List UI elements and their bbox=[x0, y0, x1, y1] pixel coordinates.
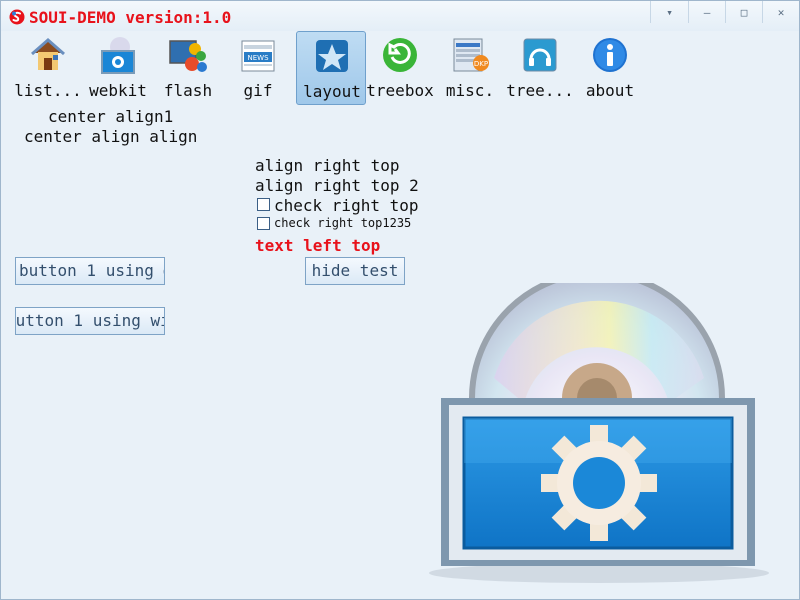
check-right-top1235-box[interactable] bbox=[257, 217, 270, 230]
center-align-text-1: center align1 bbox=[48, 107, 174, 126]
text-left-top: text left top bbox=[255, 236, 381, 255]
check-right-top1235-label: check right top1235 bbox=[274, 216, 412, 230]
title-bar[interactable]: SOUI-DEMO version:1.0 ▾ — □ ✕ bbox=[1, 1, 799, 31]
button-1-using-at[interactable]: button 1 using @ bbox=[15, 257, 165, 285]
toolbar-item-webkit[interactable]: webkit bbox=[83, 31, 153, 105]
menu-button[interactable]: ▾ bbox=[650, 1, 688, 23]
align-right-top-2-text: align right top 2 bbox=[255, 176, 419, 195]
webkit-gear-icon bbox=[429, 283, 769, 583]
center-align-text-2: center align align bbox=[24, 127, 198, 146]
check-right-top-box[interactable] bbox=[257, 198, 270, 211]
close-button[interactable]: ✕ bbox=[762, 1, 799, 23]
house-icon bbox=[31, 38, 65, 70]
app-window: SOUI-DEMO version:1.0 ▾ — □ ✕ list... we… bbox=[0, 0, 800, 600]
toolbar-item-list[interactable]: list... bbox=[13, 31, 83, 105]
toolbar-label-gif: gif bbox=[243, 81, 273, 100]
webkit-gear-icon bbox=[101, 37, 135, 74]
toolbar-item-layout[interactable]: layout bbox=[296, 31, 366, 105]
toolbar-item-gif[interactable]: NEWS gif bbox=[223, 31, 293, 105]
hide-test-button[interactable]: hide test bbox=[305, 257, 405, 285]
check-right-top-label: check right top bbox=[274, 196, 419, 215]
svg-text:NEWS: NEWS bbox=[247, 54, 269, 62]
toolbar-item-flash[interactable]: flash bbox=[153, 31, 223, 105]
minimize-button[interactable]: — bbox=[688, 1, 725, 23]
info-icon bbox=[593, 38, 627, 72]
headphones-icon bbox=[523, 38, 557, 72]
window-title: SOUI-DEMO version:1.0 bbox=[29, 8, 232, 27]
app-logo-icon bbox=[9, 9, 25, 25]
svg-text:DKP: DKP bbox=[474, 60, 488, 68]
layout-icon bbox=[316, 40, 348, 72]
toolbar-item-misc[interactable]: DKP misc. bbox=[435, 31, 505, 105]
flash-icon bbox=[169, 40, 207, 72]
system-buttons: ▾ — □ ✕ bbox=[650, 1, 799, 23]
refresh-icon bbox=[383, 38, 417, 72]
news-icon: NEWS bbox=[241, 40, 275, 72]
toolbar-label-about: about bbox=[585, 81, 635, 100]
maximize-button[interactable]: □ bbox=[725, 1, 762, 23]
align-right-top-text: align right top bbox=[255, 156, 400, 175]
misc-icon: DKP bbox=[453, 38, 489, 72]
toolbar-item-tree[interactable]: tree... bbox=[505, 31, 575, 105]
button-1-using-wid[interactable]: button 1 using wid bbox=[15, 307, 165, 335]
toolbar-item-treebox[interactable]: treebox bbox=[365, 31, 435, 105]
toolbar-item-about[interactable]: about bbox=[575, 31, 645, 105]
